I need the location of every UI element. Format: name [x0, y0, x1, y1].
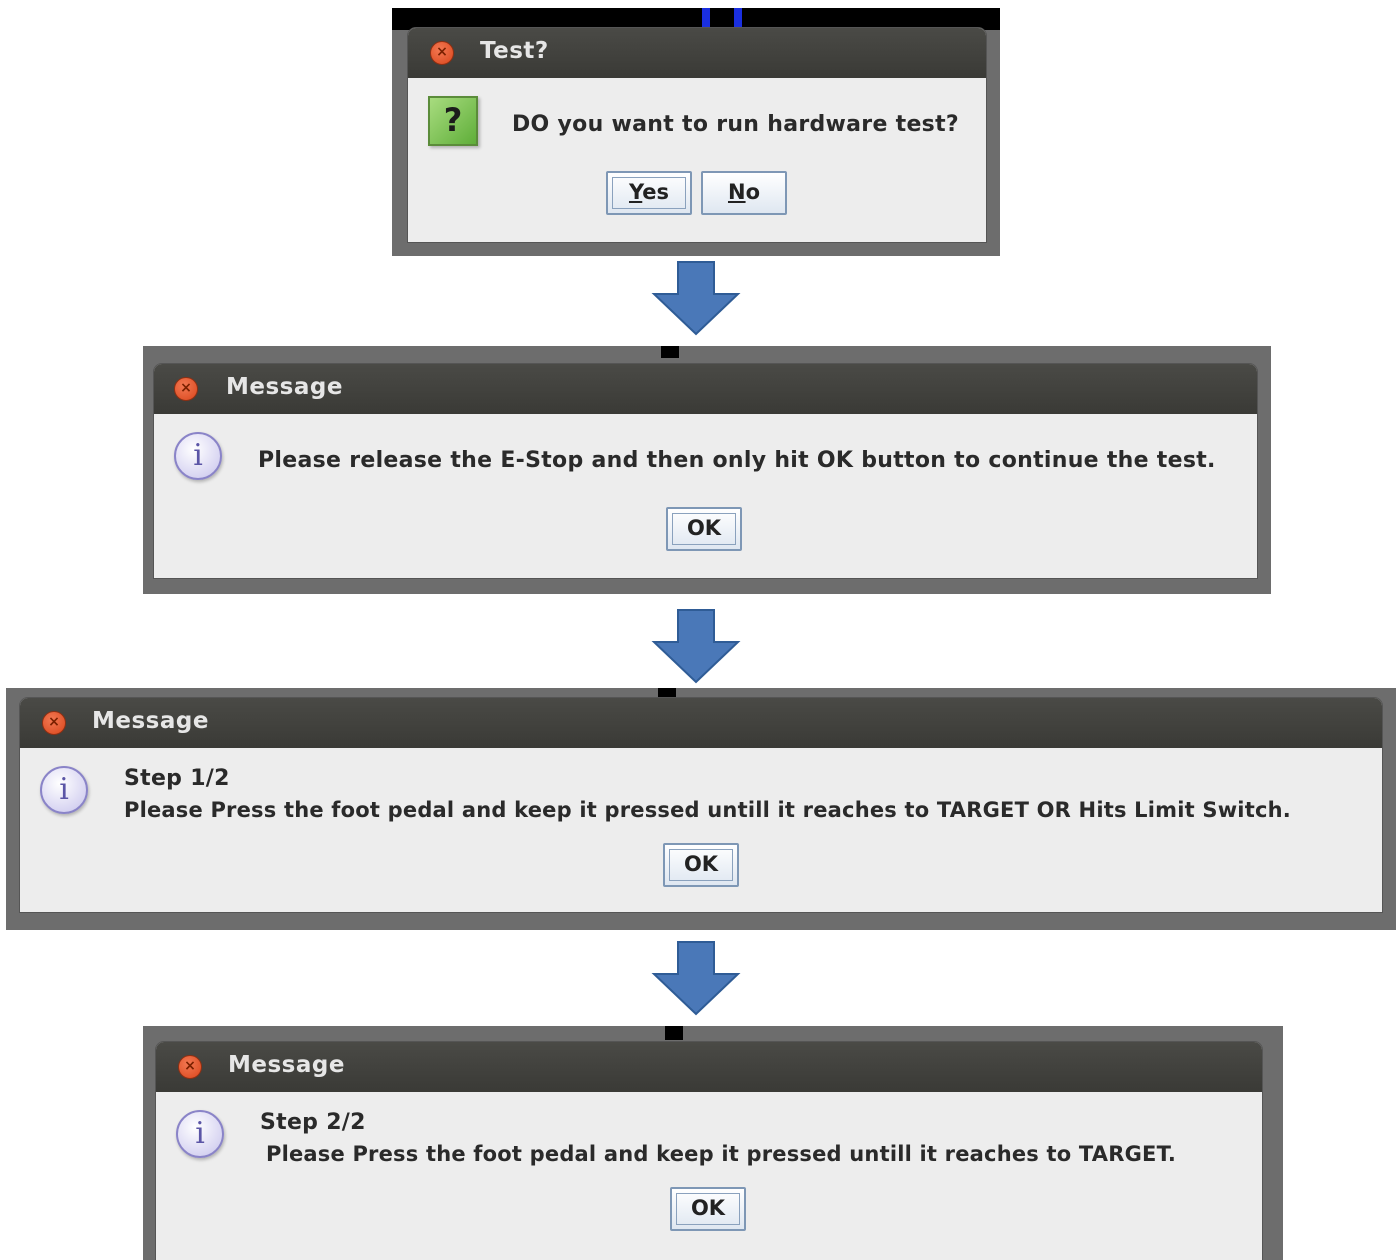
titlebar: × Test?	[408, 28, 986, 78]
flow-arrow-down-icon	[651, 941, 741, 1016]
strip-marker	[702, 8, 710, 30]
close-icon[interactable]: ×	[42, 711, 66, 735]
no-label: o	[745, 180, 760, 204]
dialog-title: Message	[228, 1052, 345, 1078]
yes-button[interactable]: Yes	[606, 171, 692, 215]
dialog-title: Message	[226, 374, 343, 400]
info-icon: i	[176, 1110, 224, 1158]
ok-button[interactable]: OK	[663, 843, 739, 887]
dialog-title: Test?	[480, 38, 549, 64]
dialog-step2: × Message i Step 2/2 Please Press the fo…	[156, 1042, 1262, 1260]
dialog-message: DO you want to run hardware test?	[512, 112, 959, 137]
no-mnemonic: N	[727, 180, 746, 204]
no-button[interactable]: No	[701, 171, 787, 215]
strip-marker	[734, 8, 742, 30]
flow-arrow-down-icon	[651, 261, 741, 336]
close-icon[interactable]: ×	[430, 41, 454, 65]
window-notch	[665, 1026, 683, 1040]
info-icon: i	[174, 432, 222, 480]
dialog-message: Please Press the foot pedal and keep it …	[266, 1142, 1177, 1166]
dialog-title: Message	[92, 708, 209, 734]
window-top-strip	[392, 8, 1000, 30]
titlebar: × Message	[156, 1042, 1262, 1092]
question-icon: ?	[428, 96, 478, 146]
window-notch	[661, 346, 679, 358]
close-icon[interactable]: ×	[178, 1055, 202, 1079]
ok-button[interactable]: OK	[666, 507, 742, 551]
dialog-step1: × Message i Step 1/2 Please Press the fo…	[20, 698, 1382, 912]
dialog-message: Please release the E-Stop and then only …	[258, 448, 1216, 473]
dialog-message: Please Press the foot pedal and keep it …	[124, 798, 1291, 822]
flow-arrow-down-icon	[651, 609, 741, 684]
titlebar: × Message	[20, 698, 1382, 748]
close-icon[interactable]: ×	[174, 377, 198, 401]
info-icon: i	[40, 766, 88, 814]
ok-button[interactable]: OK	[670, 1187, 746, 1231]
yes-label: es	[642, 180, 670, 204]
dialog-estop: × Message i Please release the E-Stop an…	[154, 364, 1257, 578]
dialog-step-label: Step 1/2	[124, 766, 230, 791]
dialog-step-label: Step 2/2	[260, 1110, 366, 1135]
yes-mnemonic: Y	[628, 180, 643, 204]
titlebar: × Message	[154, 364, 1257, 414]
window-notch	[658, 688, 676, 698]
dialog-test: × Test? ? DO you want to run hardware te…	[408, 28, 986, 242]
